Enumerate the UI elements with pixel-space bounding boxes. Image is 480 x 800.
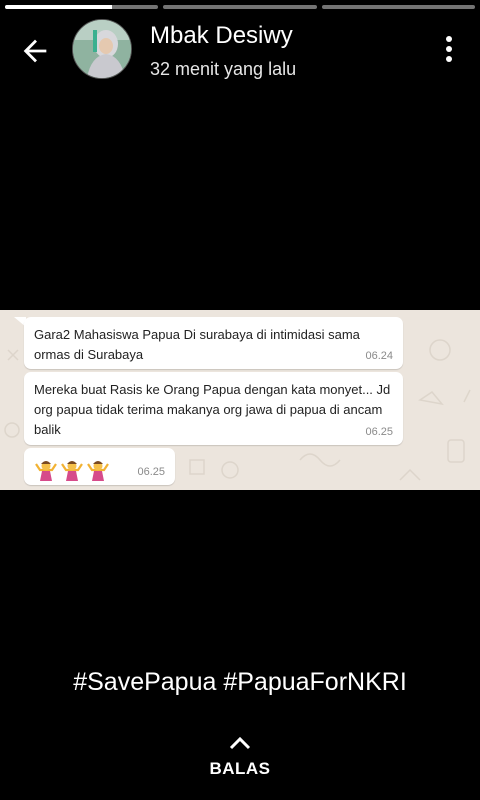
message-bubble: Gara2 Mahasiswa Papua Di surabaya di int… — [24, 317, 403, 369]
chat-screenshot: Gara2 Mahasiswa Papua Di surabaya di int… — [0, 310, 480, 490]
person-shrugging-icon — [35, 461, 57, 481]
story-progress-segment — [5, 5, 159, 9]
menu-button[interactable] — [442, 36, 456, 66]
contact-name: Mbak Desiwy — [150, 22, 293, 49]
story-caption: #SavePapua #PapuaForNKRI — [73, 668, 407, 696]
reply-button[interactable]: BALAS — [0, 736, 480, 779]
message-text: Gara2 Mahasiswa Papua Di surabaya di int… — [34, 327, 360, 362]
avatar[interactable] — [72, 19, 132, 79]
story-header: Mbak Desiwy 32 menit yang lalu — [0, 14, 480, 84]
person-shrugging-icon — [87, 461, 109, 481]
chevron-up-icon — [229, 736, 251, 750]
post-time: 32 menit yang lalu — [150, 59, 297, 79]
back-button[interactable] — [18, 34, 52, 68]
message-bubble: Mereka buat Rasis ke Orang Papua dengan … — [24, 372, 403, 445]
message-time: 06.25 — [137, 466, 165, 478]
story-progress-segment — [321, 5, 475, 9]
story-progress-segment — [163, 5, 317, 9]
message-text: Mereka buat Rasis ke Orang Papua dengan … — [34, 382, 391, 437]
message-time: 06.24 — [365, 350, 393, 362]
message-time: 06.25 — [365, 426, 393, 438]
person-shrugging-icon — [61, 461, 83, 481]
story-progress — [5, 5, 475, 9]
reply-label: BALAS — [209, 759, 271, 778]
more-vert-icon — [442, 36, 456, 62]
message-bubble: 06.25 — [24, 448, 175, 485]
arrow-left-icon — [23, 39, 47, 63]
